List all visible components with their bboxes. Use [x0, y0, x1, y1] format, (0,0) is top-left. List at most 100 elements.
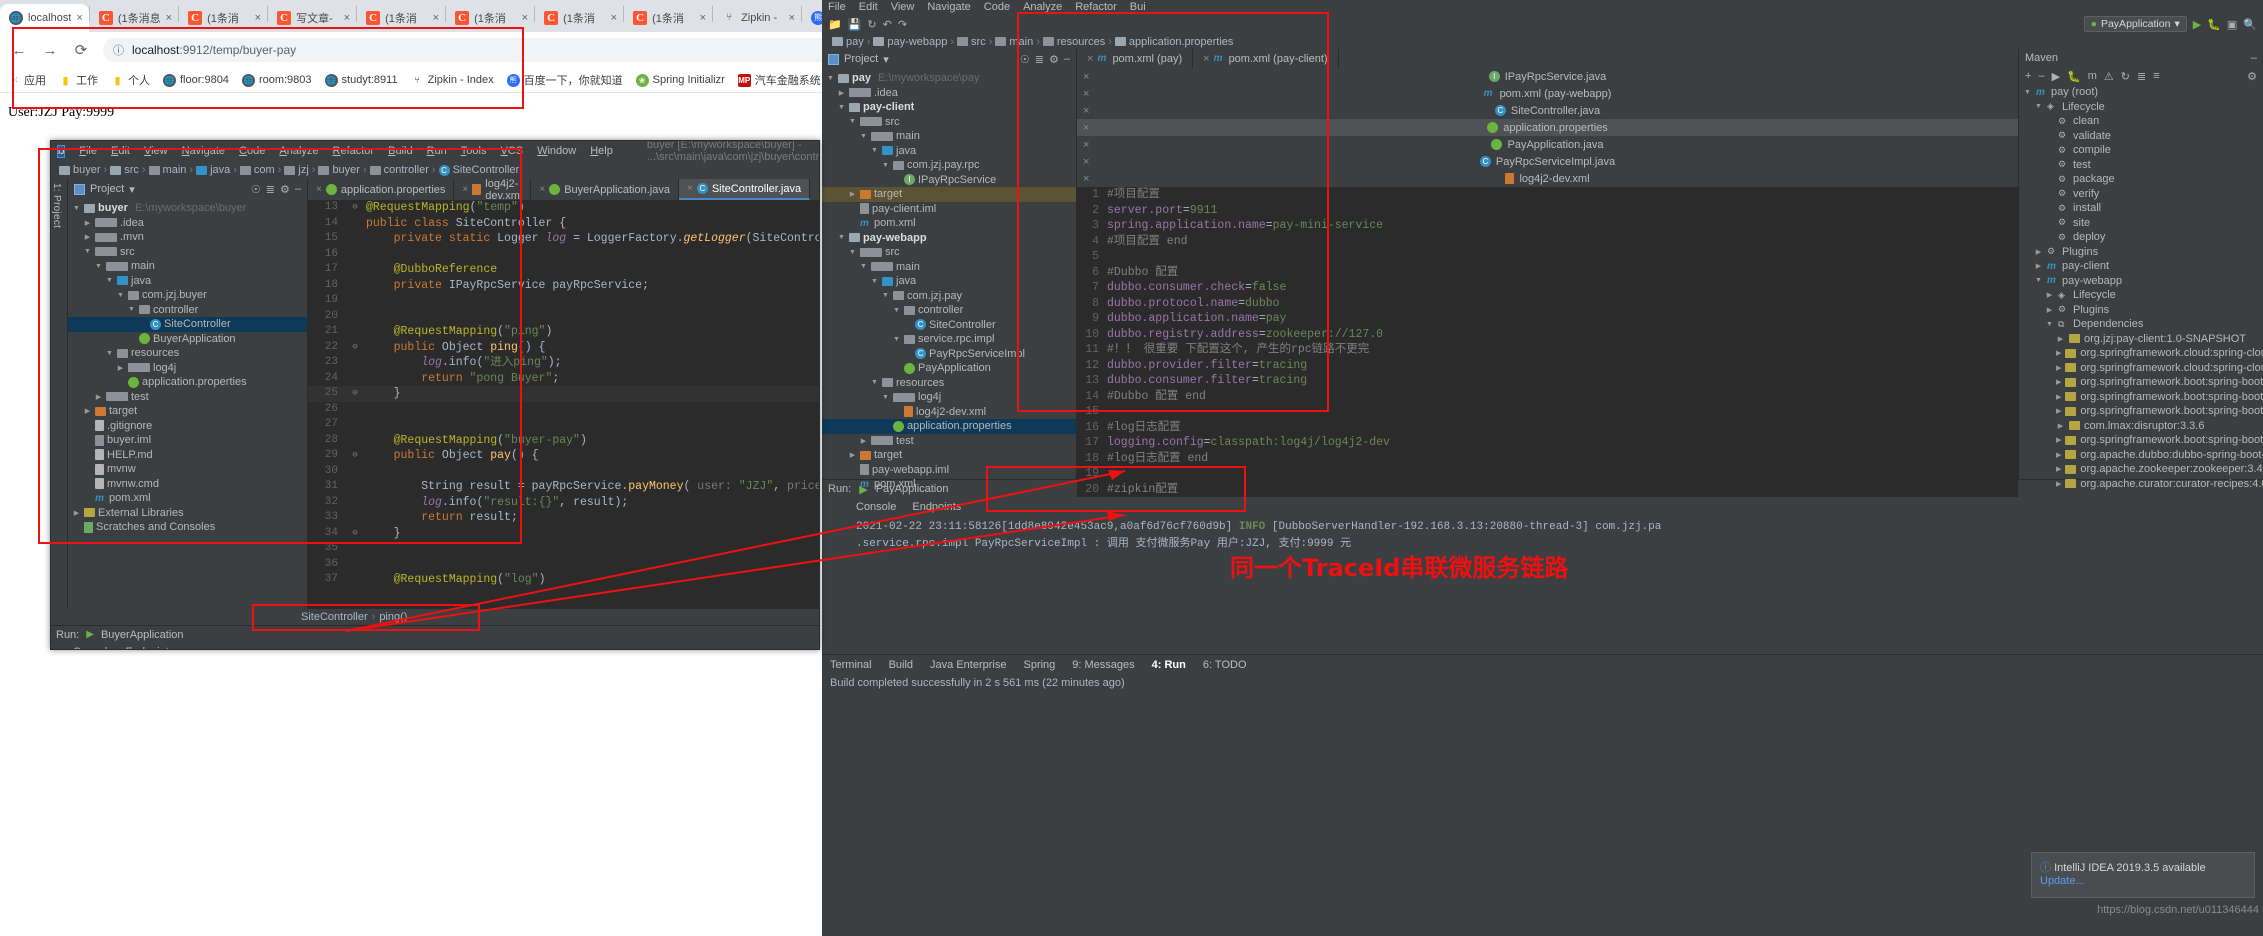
editor-tab[interactable]: × application.properties	[308, 179, 455, 200]
breadcrumb-item[interactable]: buyer	[59, 164, 101, 176]
menu-item-navigate[interactable]: Navigate	[927, 1, 970, 13]
tree-item[interactable]: ▼ com.jzj.pay	[822, 289, 1076, 304]
close-icon[interactable]: ×	[522, 12, 528, 24]
expand-arrow-icon[interactable]: ▼	[2034, 103, 2043, 110]
tree-item[interactable]: BuyerApplication	[68, 332, 307, 347]
menu-item-analyze[interactable]: Analyze	[279, 145, 318, 157]
expand-arrow-icon[interactable]: ▼	[848, 249, 857, 256]
breadcrumb-item[interactable]: java	[196, 164, 230, 176]
tree-item[interactable]: ▼ controller	[68, 303, 307, 318]
tree-item[interactable]: ▼ src	[68, 245, 307, 260]
bookmark-item[interactable]: ⁙ 应用	[7, 72, 46, 88]
expand-arrow-icon[interactable]: ▶	[2045, 306, 2054, 314]
tree-item[interactable]: ▶ org.apache.curator:curator-recipes:4.0.…	[2019, 477, 2263, 492]
expand-arrow-icon[interactable]: ▼	[94, 263, 103, 270]
browser-tab[interactable]: C (1条消 ×	[446, 4, 534, 32]
expand-arrow-icon[interactable]: ▼	[127, 306, 136, 313]
tree-item[interactable]: ▶ ⚙ Plugins	[2019, 245, 2263, 260]
bottom-tool-java-enterprise[interactable]: Java Enterprise	[930, 659, 1006, 671]
bookmark-item[interactable]: 熊百度一下，你就知道	[506, 72, 623, 88]
expand-arrow-icon[interactable]: ▼	[848, 118, 857, 125]
bookmark-item[interactable]: ▮ 个人	[111, 72, 150, 88]
editor-tab[interactable]: × m pom.xml (pay-webapp)	[1077, 85, 2018, 102]
maven-expand-icon[interactable]: ≡	[2153, 70, 2159, 82]
tree-item[interactable]: ▼ ◈ Lifecycle	[2019, 100, 2263, 115]
tree-item[interactable]: ▶ .mvn	[68, 230, 307, 245]
expand-arrow-icon[interactable]: ▶	[848, 190, 857, 198]
tree-item[interactable]: ⚙ test	[2019, 158, 2263, 173]
menu-item-file[interactable]: File	[79, 145, 97, 157]
expand-arrow-icon[interactable]: ▶	[116, 364, 125, 372]
menu-item-code[interactable]: Code	[984, 1, 1010, 13]
tree-item[interactable]: ▶ .idea	[822, 86, 1076, 101]
close-icon[interactable]: ×	[255, 12, 261, 24]
close-icon[interactable]: ×	[687, 183, 693, 194]
locate-icon[interactable]: ☉	[251, 183, 261, 196]
bookmark-item[interactable]: ⑂ Zipkin - Index	[411, 74, 493, 87]
menu-item-help[interactable]: Help	[590, 145, 613, 157]
close-icon[interactable]: ×	[611, 12, 617, 24]
tree-item[interactable]: m pom.xml	[822, 216, 1076, 231]
expand-arrow-icon[interactable]: ▼	[83, 248, 92, 255]
settings-gear-icon[interactable]: ⚙	[280, 183, 290, 196]
browser-tab[interactable]: C (1条消 ×	[357, 4, 445, 32]
expand-arrow-icon[interactable]: ▶	[2056, 378, 2061, 386]
expand-arrow-icon[interactable]: ▼	[870, 147, 879, 154]
tree-item[interactable]: ▼ pay E:\myworkspace\pay	[822, 71, 1076, 86]
tree-item[interactable]: ▼ com.jzj.pay.rpc	[822, 158, 1076, 173]
maven-settings-icon[interactable]: ⚙	[2247, 70, 2257, 83]
tree-item[interactable]: ▼ m pay (root)	[2019, 85, 2263, 100]
hide-icon[interactable]: –	[295, 183, 301, 195]
tree-item[interactable]: ▶ com.lmax:disruptor:3.3.6	[2019, 419, 2263, 434]
close-icon[interactable]: ×	[166, 12, 172, 24]
breadcrumb-item[interactable]: pay	[832, 36, 864, 48]
tree-item[interactable]: ▶ target	[822, 187, 1076, 202]
redo-icon[interactable]: ↷	[898, 18, 907, 31]
expand-arrow-icon[interactable]: ▼	[837, 234, 846, 241]
expand-arrow-icon[interactable]: ▶	[2056, 407, 2061, 415]
tree-item[interactable]: ⚙ package	[2019, 172, 2263, 187]
tree-item[interactable]: ▼ main	[822, 260, 1076, 275]
tree-item[interactable]: ▼ src	[822, 245, 1076, 260]
hide-icon[interactable]: –	[1064, 53, 1070, 65]
notification-update-link[interactable]: Update...	[2040, 875, 2085, 887]
bottom-tool-terminal[interactable]: Terminal	[830, 659, 872, 671]
fold-marker-icon[interactable]: ⊖	[344, 340, 366, 356]
left-project-tree[interactable]: ▼ buyer E:\myworkspace\buyer ▶ .idea ▶ .mvn ▼ sr…	[68, 199, 307, 535]
tree-item[interactable]: ⚙ install	[2019, 201, 2263, 216]
editor-tab[interactable]: × m pom.xml (pay-client)	[1193, 49, 1339, 68]
tree-item[interactable]: ▶ org.jzj:pay-client:1.0-SNAPSHOT	[2019, 332, 2263, 347]
collapse-all-icon[interactable]: ≣	[1035, 53, 1044, 66]
tree-item[interactable]: ▼ java	[822, 274, 1076, 289]
run-configuration-selector[interactable]: ● PayApplication ▾	[2083, 16, 2187, 32]
tree-item[interactable]: ▶ org.apache.zookeeper:zookeeper:3.4.11	[2019, 462, 2263, 477]
expand-arrow-icon[interactable]: ▶	[94, 393, 103, 401]
editor-tab[interactable]: × m pom.xml (pay)	[1077, 49, 1194, 68]
editor-tab[interactable]: × I IPayRpcService.java	[1077, 68, 2018, 85]
locate-icon[interactable]: ☉	[1020, 53, 1030, 66]
search-icon[interactable]: 🔍	[2243, 18, 2257, 31]
editor-tab[interactable]: × log4j2-dev.xml	[454, 179, 532, 202]
expand-arrow-icon[interactable]: ▼	[881, 162, 890, 169]
bookmark-item[interactable]: 🌐 floor:9804	[163, 73, 229, 87]
expand-arrow-icon[interactable]: ▼	[826, 75, 835, 82]
close-icon[interactable]: ×	[818, 184, 819, 195]
tree-item[interactable]: ▼ com.jzj.buyer	[68, 288, 307, 303]
editor-tab[interactable]: × C SiteController.java	[678, 179, 811, 200]
maven-refresh-icon[interactable]: ↻	[2121, 70, 2130, 83]
tree-item[interactable]: ▼ m pay-webapp	[2019, 274, 2263, 289]
expand-arrow-icon[interactable]: ▶	[2056, 422, 2065, 430]
close-icon[interactable]: ×	[539, 184, 545, 195]
project-tool-button[interactable]: 1: Project	[51, 179, 62, 232]
maven-tree[interactable]: ▼ m pay (root) ▼ ◈ Lifecycle ⚙ clean ⚙ validate ⚙ c…	[2019, 85, 2263, 491]
tree-item[interactable]: ▶ ◈ Lifecycle	[2019, 288, 2263, 303]
debug-icon[interactable]: 🐛	[2207, 18, 2221, 31]
close-icon[interactable]: ×	[76, 12, 82, 24]
browser-tab[interactable]: C (1条消 ×	[535, 4, 623, 32]
expand-arrow-icon[interactable]: ▼	[870, 379, 879, 386]
expand-arrow-icon[interactable]: ▼	[116, 292, 125, 299]
expand-arrow-icon[interactable]: ▼	[2023, 89, 2032, 96]
bookmark-item[interactable]: 🌐 room:9803	[241, 73, 312, 87]
tree-item[interactable]: pay-webapp.iml	[822, 463, 1076, 478]
close-icon[interactable]: ×	[789, 12, 795, 24]
